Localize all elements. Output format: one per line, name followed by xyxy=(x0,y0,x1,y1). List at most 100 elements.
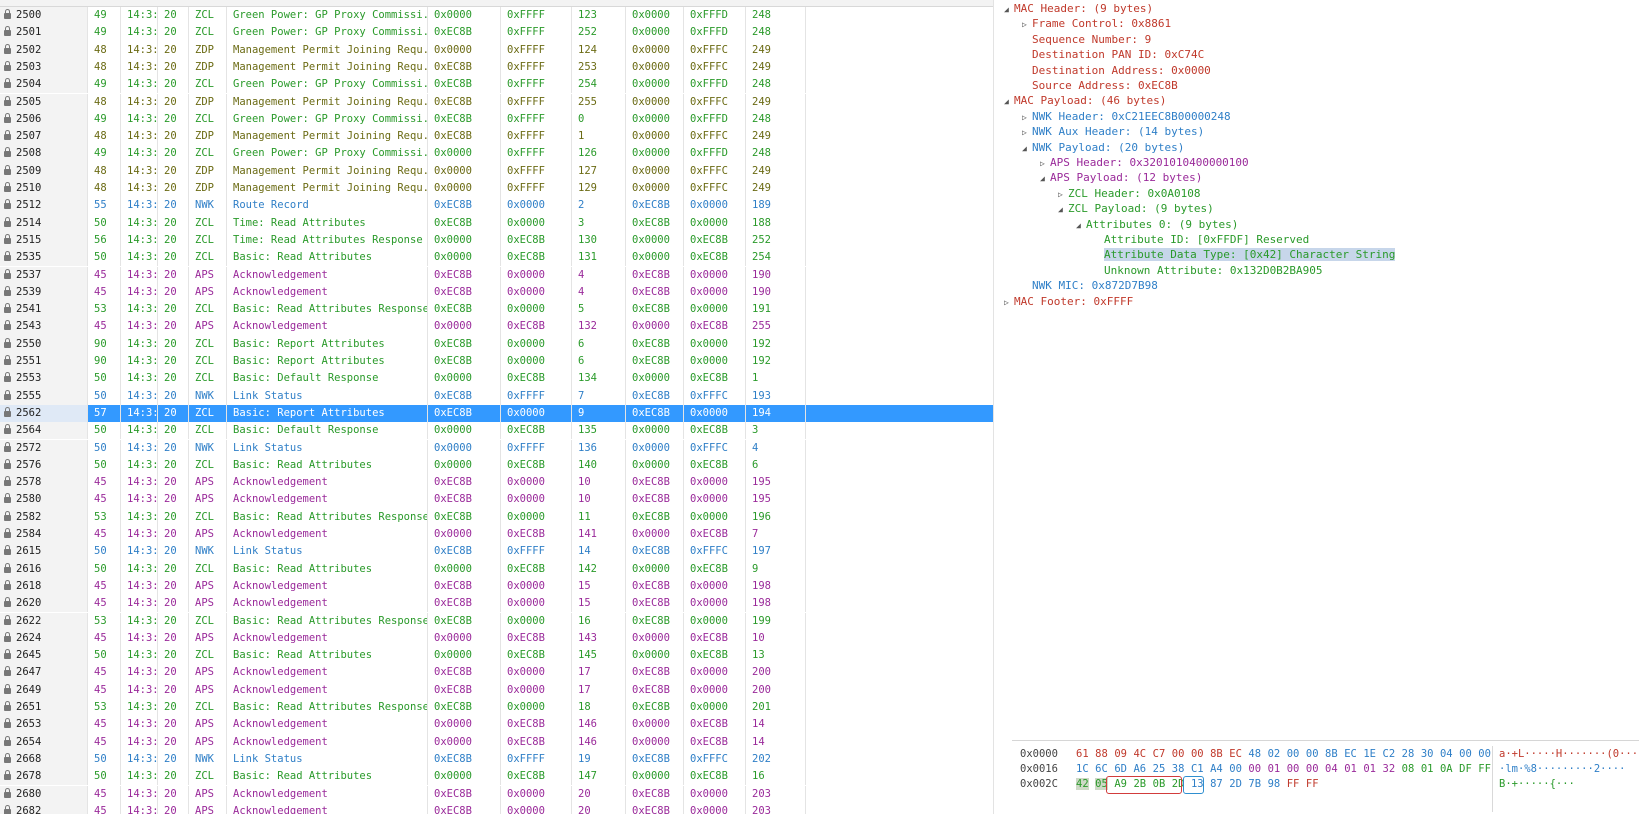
packet-row[interactable]: 2578 45 14:3: 20 APS Acknowledgement 0xEC8B 0x0… xyxy=(0,474,994,492)
tree-node[interactable]: ▷ Frame Control: 0x8861 xyxy=(1022,16,1171,32)
tree-node[interactable]: ▷ NWK Aux Header: (14 bytes) xyxy=(1022,124,1204,140)
hex-byte[interactable]: 30 xyxy=(1421,748,1434,760)
packet-row[interactable]: 2651 53 14:3: 20 ZCL Basic: Read Attributes R… xyxy=(0,699,994,717)
expanded-triangle-icon[interactable]: ◢ xyxy=(1004,94,1014,110)
hex-ascii-line[interactable]: a·+L·····H·······(0··· xyxy=(1499,747,1638,762)
hex-byte[interactable]: EC xyxy=(1344,748,1357,760)
packet-row[interactable]: 2500 49 14:3: 20 ZCL Green Power: GP Proxy Co… xyxy=(0,7,994,25)
hex-byte[interactable]: A4 xyxy=(1210,763,1223,775)
hex-byte[interactable]: C7 xyxy=(1153,748,1166,760)
tree-node[interactable]: ◢ NWK Payload: (20 bytes) xyxy=(1022,140,1184,156)
hex-byte[interactable]: 4C xyxy=(1133,748,1146,760)
packet-row[interactable]: 2572 50 14:3: 20 NWK Link Status 0x0000 0xFFFF 1… xyxy=(0,439,994,457)
hex-ascii-line[interactable]: B·+·····{··· xyxy=(1499,777,1575,792)
packet-row[interactable]: 2503 48 14:3: 20 ZDP Management Permit Joinin… xyxy=(0,58,994,77)
hex-byte[interactable]: 04 xyxy=(1440,748,1453,760)
packet-row[interactable]: 2668 50 14:3: 20 NWK Link Status 0xEC8B 0xFFFF 1… xyxy=(0,750,994,769)
tree-node[interactable]: ▷ NWK Header: 0xC21EEC8B00000248 xyxy=(1022,109,1231,125)
hex-byte[interactable]: 1E xyxy=(1363,748,1376,760)
hex-byte[interactable]: DF xyxy=(1459,763,1472,775)
hex-byte[interactable]: A6 xyxy=(1133,763,1146,775)
hex-byte[interactable]: 6C xyxy=(1095,763,1108,775)
hex-byte[interactable]: FF xyxy=(1478,763,1491,775)
tree-node[interactable]: ◢ MAC Header: (9 bytes) xyxy=(1004,1,1153,17)
packet-row[interactable]: 2616 50 14:3: 20 ZCL Basic: Read Attributes 0x… xyxy=(0,560,994,578)
packet-list-column-header[interactable] xyxy=(0,0,994,7)
packet-row[interactable]: 2682 45 14:3: 20 APS Acknowledgement 0xEC8B 0x0… xyxy=(0,802,994,814)
hex-ascii-line[interactable]: ·lm·%8·········2···· xyxy=(1499,762,1625,777)
packet-row[interactable]: 2620 45 14:3: 20 APS Acknowledgement 0xEC8B 0x0… xyxy=(0,595,994,613)
tree-node[interactable]: ▷ APS Header: 0x3201010400000100 xyxy=(1040,155,1249,171)
hex-byte[interactable]: 01 xyxy=(1344,763,1357,775)
tree-node[interactable]: Unknown Attribute: 0x132D0B2BA905 xyxy=(1094,263,1323,279)
hex-byte[interactable]: 00 xyxy=(1306,748,1319,760)
hex-byte[interactable]: 8B xyxy=(1210,748,1223,760)
packet-row[interactable]: 2678 50 14:3: 20 ZCL Basic: Read Attributes 0x… xyxy=(0,768,994,786)
hex-byte[interactable]: 88 xyxy=(1095,748,1108,760)
packet-row[interactable]: 2535 50 14:3: 20 ZCL Basic: Read Attributes 0x… xyxy=(0,249,994,267)
packet-list-scrollbar[interactable] xyxy=(993,0,994,814)
packet-row[interactable]: 2580 45 14:3: 20 APS Acknowledgement 0xEC8B 0x0… xyxy=(0,491,994,509)
hex-byte[interactable]: 98 xyxy=(1268,778,1281,790)
hex-byte[interactable]: 04 xyxy=(1325,763,1338,775)
tree-node[interactable]: Destination Address: 0x0000 xyxy=(1022,63,1211,79)
hex-byte[interactable]: 28 xyxy=(1402,748,1415,760)
hex-byte[interactable]: 00 xyxy=(1478,748,1491,760)
hex-byte[interactable]: 00 xyxy=(1248,763,1261,775)
packet-row[interactable]: 2555 50 14:3: 20 NWK Link Status 0xEC8B 0xFFFF 7… xyxy=(0,387,994,405)
packet-row[interactable]: 2550 90 14:3: 20 ZCL Basic: Report Attributes… xyxy=(0,335,994,353)
hex-byte[interactable]: EC xyxy=(1229,748,1242,760)
packet-row[interactable]: 2562 57 14:3: 20 ZCL Basic: Report Attributes… xyxy=(0,404,994,423)
packet-row[interactable]: 2553 50 14:3: 20 ZCL Basic: Default Response 0… xyxy=(0,370,994,388)
hex-byte[interactable]: 42 xyxy=(1076,778,1089,791)
expanded-triangle-icon[interactable]: ◢ xyxy=(1022,141,1032,157)
packet-row[interactable]: 2506 49 14:3: 20 ZCL Green Power: GP Proxy Co… xyxy=(0,110,994,129)
hex-byte[interactable]: 61 xyxy=(1076,748,1089,760)
tree-node[interactable]: ◢ MAC Payload: (46 bytes) xyxy=(1004,93,1166,109)
hex-byte[interactable]: 00 xyxy=(1287,748,1300,760)
packet-row[interactable]: 2502 48 14:3: 20 ZDP Management Permit Joinin… xyxy=(0,41,994,59)
packet-row[interactable]: 2504 49 14:3: 20 ZCL Green Power: GP Proxy Co… xyxy=(0,76,994,94)
packet-row[interactable]: 2624 45 14:3: 20 APS Acknowledgement 0x0000 0xE… xyxy=(0,629,994,648)
hex-byte[interactable]: 00 xyxy=(1191,748,1204,760)
hex-byte[interactable]: 87 xyxy=(1210,778,1223,790)
packet-row[interactable]: 2649 45 14:3: 20 APS Acknowledgement 0xEC8B 0x0… xyxy=(0,681,994,699)
hex-byte[interactable]: 01 xyxy=(1268,763,1281,775)
hex-byte[interactable]: 00 xyxy=(1229,763,1242,775)
tree-node[interactable]: ◢ ZCL Payload: (9 bytes) xyxy=(1058,201,1214,217)
packet-row[interactable]: 2622 53 14:3: 20 ZCL Basic: Read Attributes R… xyxy=(0,612,994,630)
tree-node[interactable]: Attribute ID: [0xFFDF] Reserved xyxy=(1094,232,1309,248)
packet-row[interactable]: 2584 45 14:3: 20 APS Acknowledgement 0x0000 0xE… xyxy=(0,526,994,544)
expanded-triangle-icon[interactable]: ◢ xyxy=(1040,171,1050,187)
packet-row[interactable]: 2541 53 14:3: 20 ZCL Basic: Read Attributes R… xyxy=(0,301,994,319)
hex-byte[interactable]: 25 xyxy=(1153,763,1166,775)
packet-row[interactable]: 2564 50 14:3: 20 ZCL Basic: Default Response 0… xyxy=(0,422,994,440)
hex-byte[interactable]: 00 xyxy=(1306,763,1319,775)
hex-byte[interactable]: 32 xyxy=(1383,763,1396,775)
packet-row[interactable]: 2505 48 14:3: 20 ZDP Management Permit Joinin… xyxy=(0,93,994,111)
hex-byte[interactable]: 00 xyxy=(1172,748,1185,760)
hex-byte[interactable]: 01 xyxy=(1363,763,1376,775)
hex-byte[interactable]: 08 xyxy=(1402,763,1415,775)
packet-row[interactable]: 2618 45 14:3: 20 APS Acknowledgement 0xEC8B 0x0… xyxy=(0,577,994,596)
packet-row[interactable]: 2510 48 14:3: 20 ZDP Management Permit Joinin… xyxy=(0,180,994,198)
hex-byte[interactable]: 48 xyxy=(1248,748,1261,760)
hex-byte[interactable]: 1C xyxy=(1076,763,1089,775)
hex-bytes-line[interactable]: 1C 6C 6D A6 25 38 C1 A4 00 00 01 00 00 04 01 01 32 08 01 0A… xyxy=(1076,762,1497,777)
packet-row[interactable]: 2512 55 14:3: 20 NWK Route Record 0xEC8B 0x0000… xyxy=(0,197,994,215)
packet-row[interactable]: 2615 50 14:3: 20 NWK Link Status 0xEC8B 0xFFFF 1… xyxy=(0,543,994,561)
packet-row[interactable]: 2508 49 14:3: 20 ZCL Green Power: GP Proxy Co… xyxy=(0,145,994,163)
packet-row[interactable]: 2515 56 14:3: 20 ZCL Time: Read Attributes Re… xyxy=(0,231,994,250)
packet-row[interactable]: 2576 50 14:3: 20 ZCL Basic: Read Attributes 0x… xyxy=(0,456,994,475)
hex-byte[interactable]: C1 xyxy=(1191,763,1204,775)
hex-byte[interactable]: 6D xyxy=(1114,763,1127,775)
hex-byte[interactable]: 8B xyxy=(1325,748,1338,760)
packet-row[interactable]: 2653 45 14:3: 20 APS Acknowledgement 0x0000 0xE… xyxy=(0,716,994,734)
packet-row[interactable]: 2537 45 14:3: 20 APS Acknowledgement 0xEC8B 0x0… xyxy=(0,266,994,284)
packet-row[interactable]: 2551 90 14:3: 20 ZCL Basic: Report Attributes… xyxy=(0,353,994,371)
tree-node[interactable]: ▷ MAC Footer: 0xFFFF xyxy=(1004,294,1133,310)
packet-row[interactable]: 2501 49 14:3: 20 ZCL Green Power: GP Proxy Co… xyxy=(0,24,994,42)
hex-byte[interactable]: 38 xyxy=(1172,763,1185,775)
hex-byte[interactable]: FF xyxy=(1287,778,1300,790)
hex-byte[interactable]: FF xyxy=(1306,778,1319,790)
